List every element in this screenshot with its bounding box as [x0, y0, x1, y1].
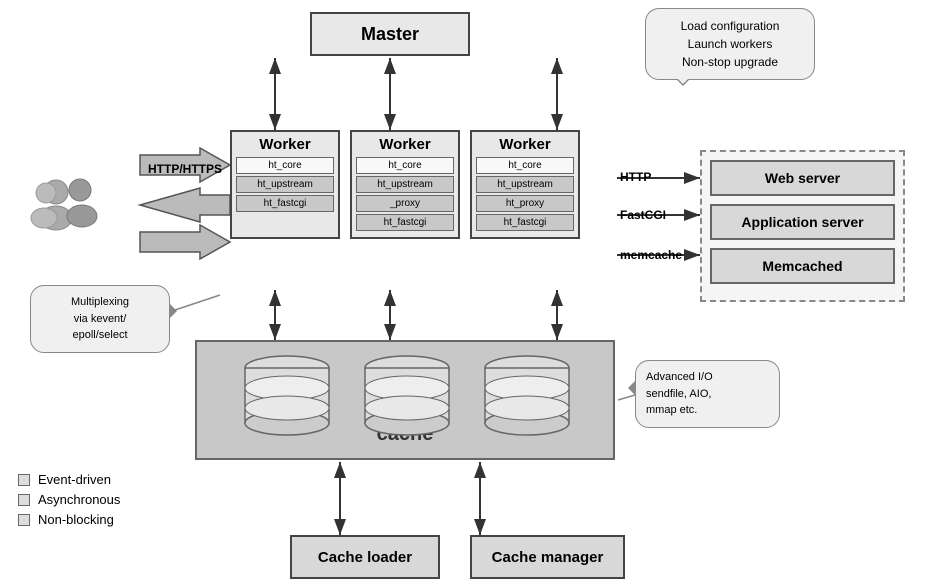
fastcgi-label: FastCGI	[620, 208, 666, 222]
legend-label-2: Asynchronous	[38, 492, 120, 507]
worker-2: Worker ht_core ht_upstream _proxy ht_fas…	[350, 130, 460, 239]
callout-aio: Advanced I/Osendfile, AIO,mmap etc.	[635, 360, 780, 428]
cache-loader-label: Cache loader	[318, 549, 412, 566]
legend-square-2	[18, 494, 30, 506]
callout-aio-text: Advanced I/Osendfile, AIO,mmap etc.	[646, 371, 713, 416]
worker-3-module-3: ht_proxy	[476, 195, 574, 212]
master-label: Master	[361, 24, 419, 45]
worker-1: Worker ht_core ht_upstream ht_fastcgi	[230, 130, 340, 239]
worker-3-module-1: ht_core	[476, 157, 574, 174]
web-server-box: Web server	[710, 160, 895, 196]
users-icon	[30, 170, 110, 262]
worker-2-title: Worker	[356, 136, 454, 153]
memcache-label: memcache	[620, 248, 682, 262]
app-server-box: Application server	[710, 204, 895, 240]
worker-1-module-3: ht_fastcgi	[236, 195, 334, 212]
workers-area: Worker ht_core ht_upstream ht_fastcgi Wo…	[220, 130, 580, 239]
cache-manager-box: Cache manager	[470, 535, 625, 579]
callout-left-text: Multiplexingvia kevent/epoll/select	[71, 296, 129, 341]
master-box: Master	[310, 12, 470, 56]
cache-manager-label: Cache manager	[492, 549, 604, 566]
backend-box: Web server Application server Memcached …	[700, 150, 905, 302]
worker-1-module-2: ht_upstream	[236, 176, 334, 193]
legend-item-2: Asynchronous	[18, 492, 120, 507]
worker-3: Worker ht_core ht_upstream ht_proxy ht_f…	[470, 130, 580, 239]
legend-square-1	[18, 474, 30, 486]
diagram-container: Master Load configurationLaunch workersN…	[0, 0, 944, 587]
legend: Event-driven Asynchronous Non-blocking	[18, 472, 120, 532]
http-https-label: HTTP/HTTPS	[148, 162, 222, 176]
callout-config: Load configurationLaunch workersNon-stop…	[645, 8, 815, 80]
legend-item-3: Non-blocking	[18, 512, 120, 527]
http-right-label: HTTP	[620, 170, 651, 184]
legend-square-3	[18, 514, 30, 526]
callout-multiplexing: Multiplexingvia kevent/epoll/select	[30, 285, 170, 353]
worker-1-title: Worker	[236, 136, 334, 153]
worker-1-module-1: ht_core	[236, 157, 334, 174]
worker-2-module-1: ht_core	[356, 157, 454, 174]
worker-3-module-2: ht_upstream	[476, 176, 574, 193]
cache-loader-box: Cache loader	[290, 535, 440, 579]
legend-label-1: Event-driven	[38, 472, 111, 487]
legend-label-3: Non-blocking	[38, 512, 114, 527]
worker-2-module-3: _proxy	[356, 195, 454, 212]
callout-config-text: Load configurationLaunch workersNon-stop…	[681, 19, 780, 69]
memcached-box: Memcached	[710, 248, 895, 284]
worker-3-title: Worker	[476, 136, 574, 153]
worker-3-module-4: ht_fastcgi	[476, 214, 574, 231]
legend-item-1: Event-driven	[18, 472, 120, 487]
worker-2-module-2: ht_upstream	[356, 176, 454, 193]
worker-2-module-4: ht_fastcgi	[356, 214, 454, 231]
proxy-cache-box: proxycache	[195, 340, 615, 460]
